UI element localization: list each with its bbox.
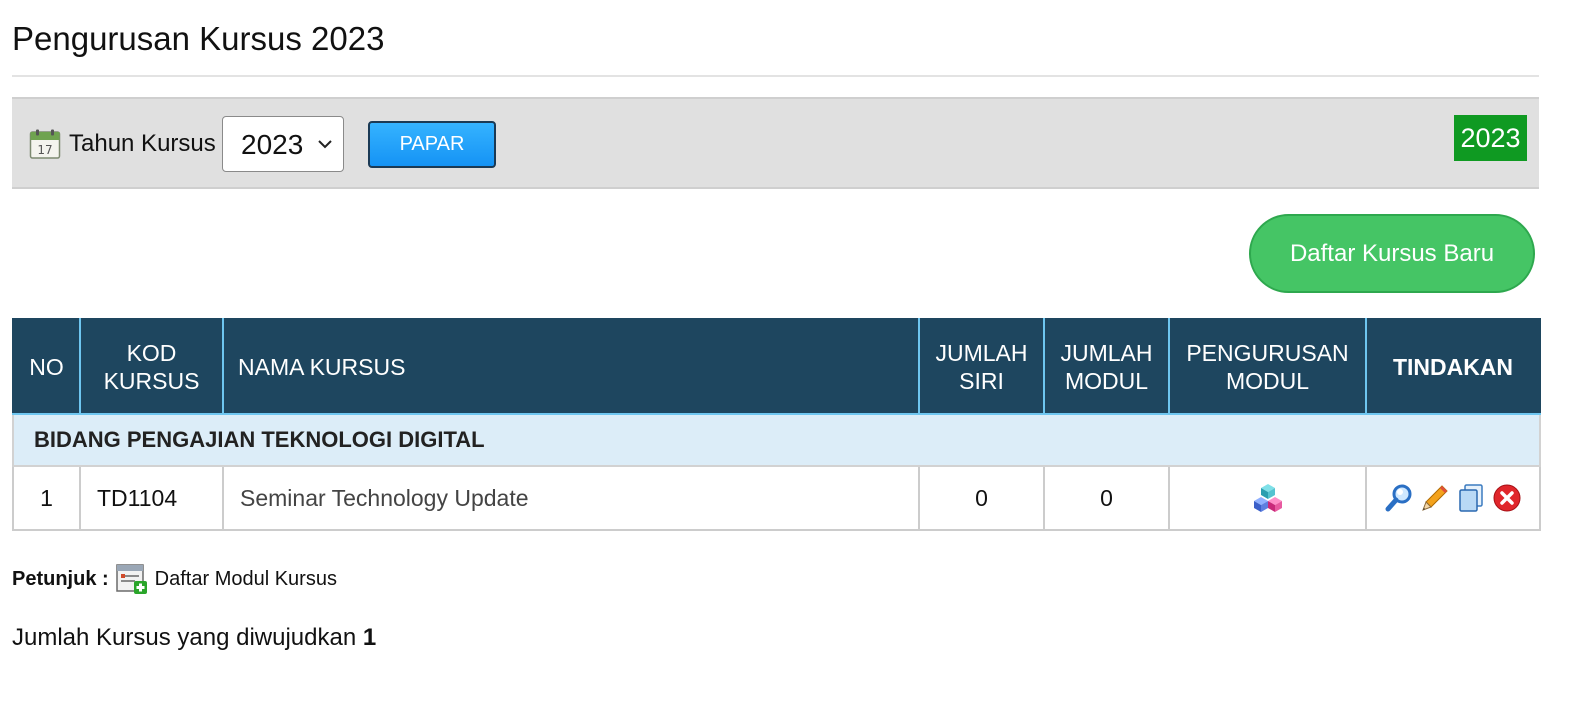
- cell-pengurusan-modul: [1168, 465, 1367, 531]
- year-filter-label: Tahun Kursus: [69, 130, 216, 157]
- edit-icon[interactable]: [1420, 483, 1450, 513]
- table-row: 1 TD1104 Seminar Technology Update 0 0: [12, 465, 1541, 531]
- table-header-row: NO KOD KURSUS NAMA KURSUS JUMLAH SIRI JU…: [12, 318, 1541, 415]
- new-course-button[interactable]: Daftar Kursus Baru: [1249, 214, 1535, 293]
- delete-icon[interactable]: [1492, 483, 1522, 513]
- cubes-icon[interactable]: [1251, 481, 1285, 515]
- svg-text:17: 17: [37, 143, 52, 157]
- header-no: NO: [12, 318, 81, 415]
- course-table: NO KOD KURSUS NAMA KURSUS JUMLAH SIRI JU…: [12, 318, 1541, 531]
- course-count-summary: Jumlah Kursus yang diwujudkan 1: [12, 624, 376, 652]
- cell-tindakan: [1365, 465, 1541, 531]
- copy-icon[interactable]: [1456, 483, 1486, 513]
- cell-jumlah-siri: 0: [918, 465, 1045, 531]
- summary-text: Jumlah Kursus yang diwujudkan: [12, 624, 357, 651]
- cell-no: 1: [12, 465, 81, 531]
- calendar-icon: 17: [29, 129, 61, 159]
- header-kod-kursus: KOD KURSUS: [79, 318, 224, 415]
- header-tindakan: TINDAKAN: [1365, 318, 1541, 415]
- summary-count: 1: [362, 624, 377, 651]
- header-jumlah-modul: JUMLAH MODUL: [1043, 318, 1170, 415]
- cell-jumlah-modul: 0: [1043, 465, 1170, 531]
- row-actions: [1384, 483, 1522, 513]
- hint-label: Petunjuk :: [12, 567, 109, 590]
- page-title: Pengurusan Kursus 2023: [12, 20, 385, 57]
- header-jumlah-siri: JUMLAH SIRI: [918, 318, 1045, 415]
- year-select-value: 2023: [241, 129, 304, 160]
- papar-button[interactable]: PAPAR: [368, 121, 496, 168]
- hint-text: Daftar Modul Kursus: [154, 567, 337, 590]
- view-icon[interactable]: [1384, 483, 1414, 513]
- title-divider: [12, 75, 1539, 77]
- year-select[interactable]: 2023: [222, 116, 344, 172]
- filter-bar: 17 Tahun Kursus 2023 PAPAR 2023: [12, 97, 1539, 189]
- year-badge: 2023: [1454, 115, 1527, 161]
- cell-nama: Seminar Technology Update: [222, 465, 920, 531]
- page: Pengurusan Kursus 2023 17 Tahun Kursus 2…: [0, 0, 1584, 718]
- header-pengurusan-modul: PENGURUSAN MODUL: [1168, 318, 1367, 415]
- hint: Petunjuk : Daftar Modul Kursus: [12, 562, 337, 596]
- add-module-icon: [115, 564, 147, 594]
- header-nama-kursus: NAMA KURSUS: [222, 318, 920, 415]
- group-row: BIDANG PENGAJIAN TEKNOLOGI DIGITAL: [12, 413, 1541, 467]
- group-label: BIDANG PENGAJIAN TEKNOLOGI DIGITAL: [12, 413, 1541, 467]
- cell-kod: TD1104: [79, 465, 224, 531]
- chevron-down-icon: [318, 140, 332, 149]
